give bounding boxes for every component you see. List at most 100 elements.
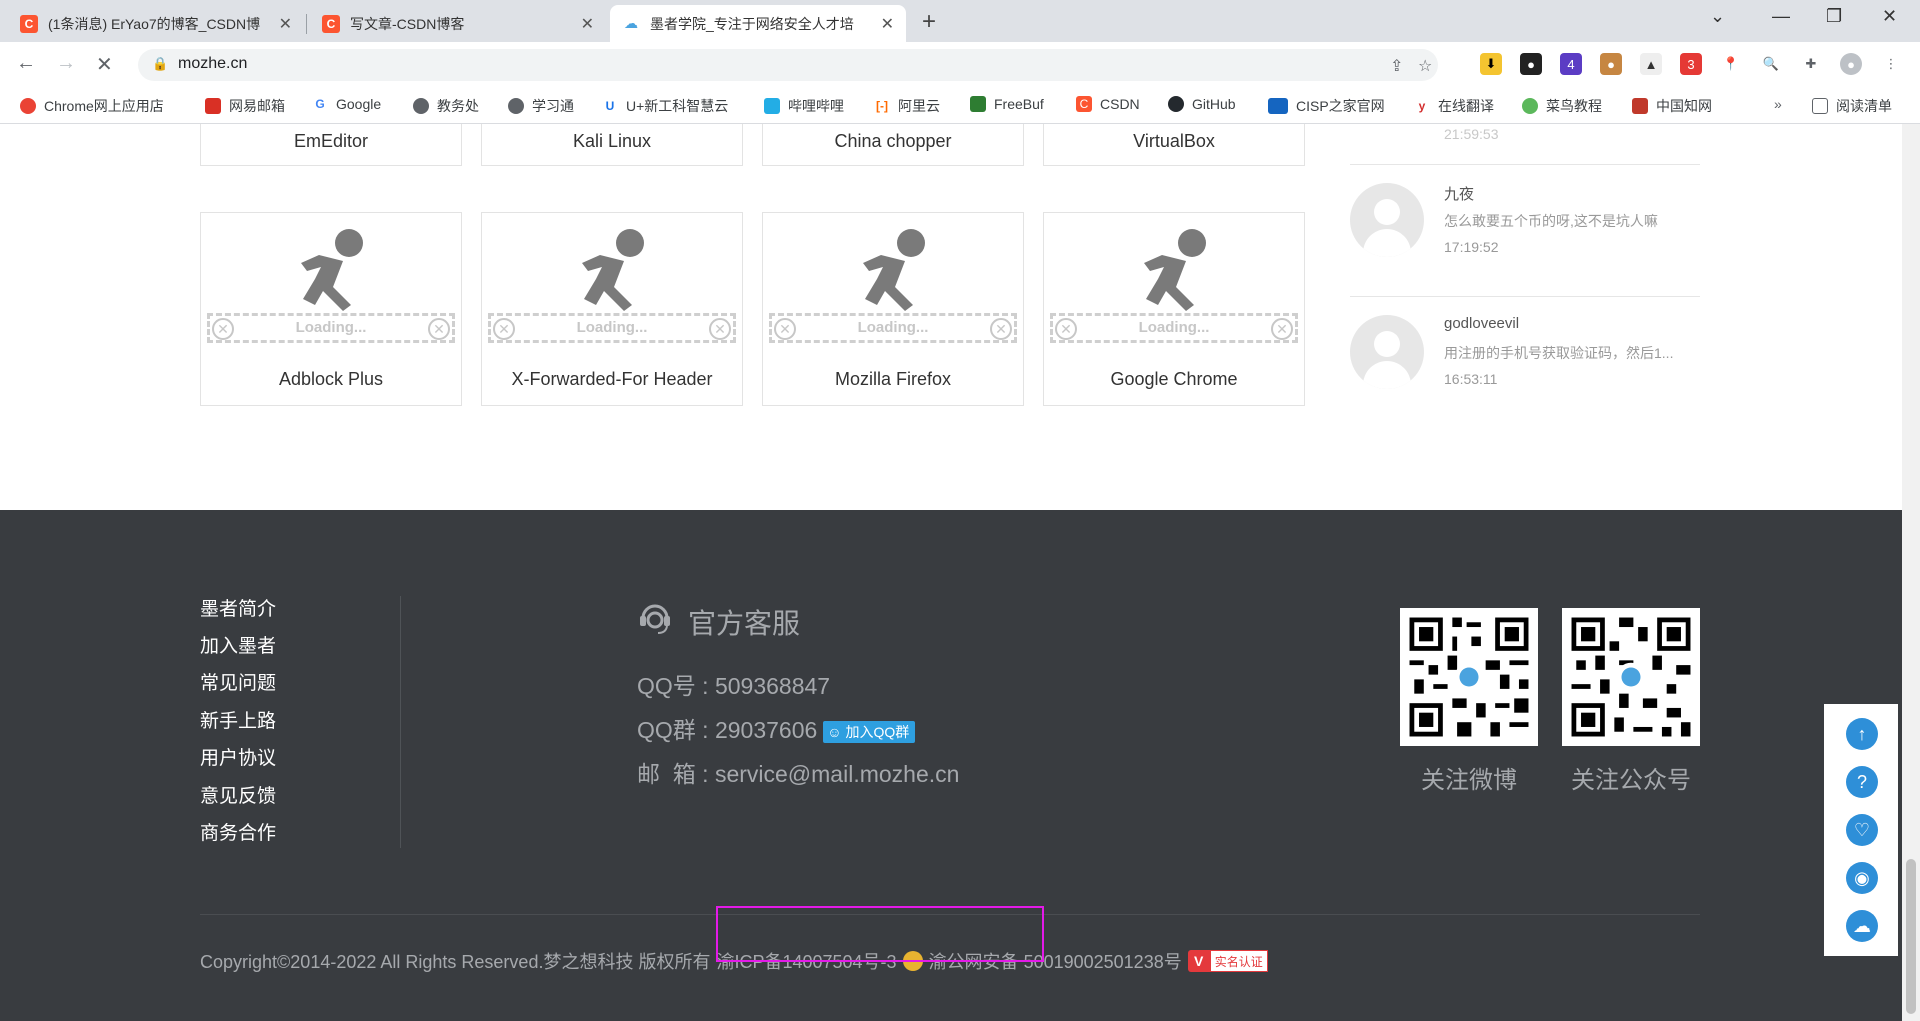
avatar[interactable] xyxy=(1350,183,1424,257)
tab-csdn-blog[interactable]: C (1条消息) ErYao7的博客_CSDN博 ✕ xyxy=(8,5,304,42)
bookmark-label: 中国知网 xyxy=(1656,98,1712,114)
mail-icon xyxy=(205,98,221,114)
tab-search-icon[interactable]: ⌄ xyxy=(1710,6,1725,27)
qr-code-icon xyxy=(1400,608,1538,746)
chrome-store-icon xyxy=(20,98,36,114)
tool-name: Mozilla Firefox xyxy=(834,369,952,389)
handshake-icon[interactable]: ♡ xyxy=(1846,814,1878,846)
comment-time: 16:53:11 xyxy=(1444,371,1498,387)
scrollbar-thumb[interactable] xyxy=(1906,859,1916,1014)
email: 邮 箱 : service@mail.mozhe.cn xyxy=(637,761,960,787)
bookmark-item[interactable]: FreeBuf xyxy=(970,96,1044,112)
qr-weibo-caption: 关注微博 xyxy=(1421,767,1517,794)
csdn-icon: C xyxy=(1076,96,1092,112)
tool-card[interactable]: ✕ Loading... ✕ Google Chrome xyxy=(1043,212,1305,406)
page-scrollbar[interactable] xyxy=(1902,124,1920,1021)
footer-link-newbie[interactable]: 新手上路 xyxy=(200,706,276,733)
extension-badge-icon[interactable]: 3 xyxy=(1680,53,1702,75)
tab-csdn-write[interactable]: C 写文章-CSDN博客 ✕ xyxy=(310,5,606,42)
avatar[interactable] xyxy=(1350,315,1424,389)
tool-card[interactable]: VirtualBox xyxy=(1043,124,1305,166)
footer-link-faq[interactable]: 常见问题 xyxy=(200,668,276,695)
share-icon[interactable]: ⇪ xyxy=(1390,56,1403,76)
help-icon[interactable]: ? xyxy=(1846,766,1878,798)
bookmark-item[interactable]: 菜鸟教程 xyxy=(1522,96,1602,116)
address-bar[interactable]: 🔒 mozhe.cn ⇪ ☆ xyxy=(138,49,1438,81)
comment-user[interactable]: godloveevil xyxy=(1444,315,1519,332)
comment-item: 九夜 怎么敢要五个币的呀,这不是坑人嘛 17:19:52 xyxy=(1350,164,1700,296)
verified-badge[interactable]: V 实名认证 xyxy=(1187,950,1268,972)
bookmark-item[interactable]: U U+新工科智慧云 xyxy=(602,96,729,116)
bookmark-item[interactable]: [-] 阿里云 xyxy=(874,96,940,116)
tool-card[interactable]: ✕ Loading... ✕ X-Forwarded-For Header xyxy=(481,212,743,406)
restore-icon[interactable]: ❐ xyxy=(1826,6,1842,27)
bookmark-item[interactable]: 中国知网 xyxy=(1632,96,1712,116)
bookmark-label: 阿里云 xyxy=(898,98,940,114)
hat-extension-icon[interactable]: ▲ xyxy=(1640,53,1662,75)
badge-count: 4 xyxy=(1567,56,1575,72)
extension-badge-icon[interactable]: 4 xyxy=(1560,53,1582,75)
bookmark-item[interactable]: y 在线翻译 xyxy=(1414,96,1494,116)
download-extension-icon[interactable]: ⬇ xyxy=(1480,53,1502,75)
tool-card[interactable]: China chopper xyxy=(762,124,1024,166)
footer-link-about[interactable]: 墨者简介 xyxy=(200,594,276,621)
bookmark-item[interactable]: 学习通 xyxy=(508,96,574,116)
bookmark-label: Chrome网上应用店 xyxy=(44,98,164,114)
pin-extension-icon[interactable]: 📍 xyxy=(1720,53,1742,75)
tool-name: Kali Linux xyxy=(572,131,652,151)
footer-link-business[interactable]: 商务合作 xyxy=(200,818,276,845)
profile-avatar-icon[interactable]: ● xyxy=(1840,53,1862,75)
qr-wechat xyxy=(1562,608,1700,746)
bookmark-item[interactable]: C CSDN xyxy=(1076,96,1140,112)
comment-text: 怎么敢要五个币的呀,这不是坑人嘛 xyxy=(1444,213,1658,229)
bookmark-item[interactable]: Chrome网上应用店 xyxy=(20,96,164,116)
footer-link-agreement[interactable]: 用户协议 xyxy=(200,743,276,770)
bookmark-item[interactable]: 网易邮箱 xyxy=(205,96,285,116)
bookmark-item[interactable]: G Google xyxy=(312,96,381,112)
reading-list-button[interactable]: 阅读清单 xyxy=(1812,96,1892,116)
tab-mozhe[interactable]: ☁ 墨者学院_专注于网络安全人才培 ✕ xyxy=(610,5,906,42)
footer-link-join[interactable]: 加入墨者 xyxy=(200,631,276,658)
lock-icon[interactable]: 🔒 xyxy=(152,56,168,72)
tool-name: EmEditor xyxy=(293,131,369,151)
minimize-icon[interactable]: — xyxy=(1772,6,1790,27)
bookmark-star-icon[interactable]: ☆ xyxy=(1418,56,1432,76)
badge-count: 3 xyxy=(1687,56,1695,72)
uplus-icon: U xyxy=(605,99,615,113)
tool-card[interactable]: Kali Linux xyxy=(481,124,743,166)
aliyun-icon: [-] xyxy=(876,99,888,113)
bookmark-item[interactable]: 教务处 xyxy=(413,96,479,116)
back-icon[interactable]: ← xyxy=(16,52,36,75)
bookmark-item[interactable]: CISP之家官网 xyxy=(1268,96,1385,116)
close-window-icon[interactable]: ✕ xyxy=(1882,6,1897,27)
bookmark-item[interactable]: GitHub xyxy=(1168,96,1236,112)
forward-icon[interactable]: → xyxy=(56,52,76,75)
tool-card[interactable]: EmEditor xyxy=(200,124,462,166)
more-bookmarks-icon[interactable]: » xyxy=(1774,96,1782,112)
join-qq-group-button[interactable]: ☺ 加入QQ群 xyxy=(823,720,916,743)
new-tab-icon[interactable]: + xyxy=(922,8,936,36)
footer-link-feedback[interactable]: 意见反馈 xyxy=(200,781,276,808)
tool-card[interactable]: ✕ Loading... ✕ Adblock Plus xyxy=(200,212,462,406)
tool-card[interactable]: ✕ Loading... ✕ Mozilla Firefox xyxy=(762,212,1024,406)
tab-title: 墨者学院_专注于网络安全人才培 xyxy=(650,15,854,32)
menu-dots-icon[interactable]: ⋮ xyxy=(1880,53,1902,75)
back-to-top-icon[interactable]: ↑ xyxy=(1846,718,1878,750)
close-icon[interactable]: ✕ xyxy=(279,14,292,34)
bookmark-item[interactable]: 哔哩哔哩 xyxy=(764,96,844,116)
stop-loading-icon[interactable]: ✕ xyxy=(96,52,113,77)
url-text[interactable]: mozhe.cn xyxy=(178,55,247,73)
wechat-icon[interactable]: ☁ xyxy=(1846,910,1878,942)
puzzle-icon[interactable]: ✚ xyxy=(1800,53,1822,75)
weibo-icon[interactable]: ◉ xyxy=(1846,862,1878,894)
customer-service-icon xyxy=(640,604,670,634)
comment-user[interactable]: 九夜 xyxy=(1444,183,1474,204)
bookmark-label: 哔哩哔哩 xyxy=(788,98,844,114)
close-icon[interactable]: ✕ xyxy=(581,14,594,34)
close-icon[interactable]: ✕ xyxy=(881,14,894,34)
comment-item: godloveevil 用注册的手机号获取验证码，然后1... 16:53:11 xyxy=(1350,296,1700,428)
search-extension-icon[interactable]: 🔍 xyxy=(1760,53,1782,75)
loading-placeholder: ✕ Loading... ✕ xyxy=(207,313,455,343)
game-extension-icon[interactable]: ● xyxy=(1520,53,1542,75)
cookie-extension-icon[interactable]: ● xyxy=(1600,53,1622,75)
